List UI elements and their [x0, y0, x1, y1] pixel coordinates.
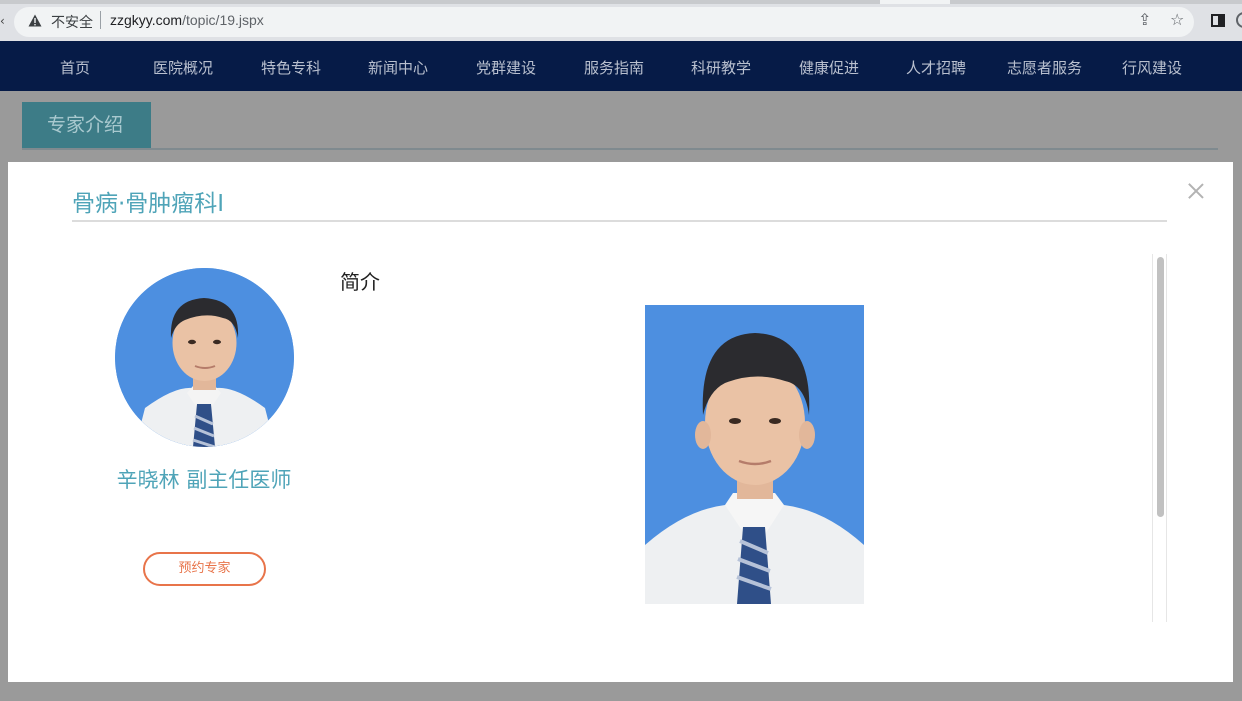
book-expert-button[interactable]: 预约专家 — [143, 552, 266, 586]
scrollbar-thumb[interactable] — [1157, 257, 1164, 517]
section-tab-experts[interactable]: 专家介绍 — [22, 102, 151, 148]
intro-heading: 简介 — [340, 270, 380, 294]
address-separator — [100, 11, 101, 29]
nav-item-volunteer[interactable]: 志愿者服务 — [1007, 57, 1082, 78]
doctor-name: 辛晓林 副主任医师 — [116, 468, 292, 492]
nav-item-party[interactable]: 党群建设 — [476, 57, 536, 78]
modal-scrollbar[interactable] — [1152, 254, 1167, 622]
section-divider — [22, 148, 1218, 150]
nav-item-overview[interactable]: 医院概况 — [153, 57, 213, 78]
browser-tab[interactable] — [880, 0, 950, 4]
nav-item-guide[interactable]: 服务指南 — [584, 57, 644, 78]
profile-icon[interactable] — [1236, 12, 1242, 28]
doctor-avatar — [115, 268, 294, 447]
url-path: /topic/19.jspx — [182, 12, 264, 28]
close-icon[interactable] — [1186, 180, 1206, 202]
expert-modal: 骨病·骨肿瘤科Ⅰ 辛晓林 副主任医师 预约专家 简介 — [8, 162, 1233, 682]
warning-triangle-icon[interactable] — [28, 14, 42, 27]
insecure-label[interactable]: 不安全 — [51, 12, 93, 32]
browser-toolbar: ‹ 不安全 zzgkyy.com/topic/19.jspx ⇪ ☆ — [0, 0, 1242, 41]
side-panel-icon[interactable] — [1211, 14, 1225, 27]
back-edge-icon[interactable]: ‹ — [0, 14, 5, 28]
url-host: zzgkyy.com — [110, 12, 183, 28]
url-text[interactable]: zzgkyy.com/topic/19.jspx — [110, 12, 264, 28]
main-nav: 首页 医院概况 特色专科 新闻中心 党群建设 服务指南 科研教学 健康促进 人才… — [0, 41, 1242, 91]
nav-item-conduct[interactable]: 行风建设 — [1122, 57, 1182, 78]
doctor-photo — [645, 305, 864, 604]
modal-title-divider — [72, 220, 1167, 222]
tab-strip — [0, 0, 1242, 4]
nav-item-health[interactable]: 健康促进 — [799, 57, 859, 78]
nav-item-specialties[interactable]: 特色专科 — [261, 57, 321, 78]
nav-item-home[interactable]: 首页 — [60, 57, 90, 78]
share-icon[interactable]: ⇪ — [1138, 10, 1151, 29]
nav-item-research[interactable]: 科研教学 — [691, 57, 751, 78]
nav-item-news[interactable]: 新闻中心 — [368, 57, 428, 78]
star-icon[interactable]: ☆ — [1170, 10, 1184, 29]
nav-item-recruit[interactable]: 人才招聘 — [906, 57, 966, 78]
modal-title: 骨病·骨肿瘤科Ⅰ — [72, 191, 225, 217]
